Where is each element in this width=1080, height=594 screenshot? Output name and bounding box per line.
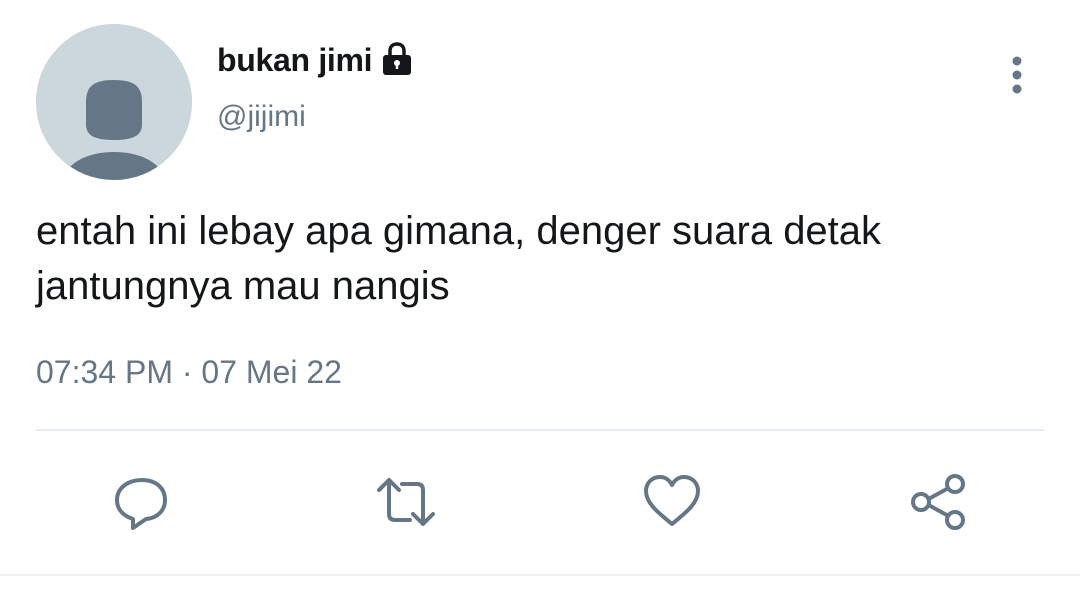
user-handle[interactable]: @jijimi: [217, 100, 306, 134]
retweet-icon: [377, 478, 435, 526]
name-row: bukan jimi: [217, 38, 414, 82]
lock-icon: [380, 42, 414, 78]
heart-icon: [644, 475, 700, 526]
tweet-text: entah ini lebay apa gimana, denger suara…: [36, 204, 1036, 314]
share-icon: [911, 474, 965, 530]
bottom-divider: [0, 574, 1080, 576]
tweet-text-line: entah ini lebay apa gimana, denger suara…: [36, 209, 882, 253]
more-vertical-icon: [1012, 56, 1022, 94]
share-button[interactable]: [906, 470, 970, 534]
display-name[interactable]: bukan jimi: [217, 42, 373, 79]
divider: [36, 429, 1044, 431]
default-avatar-icon: [36, 24, 192, 180]
tweet-text-line: jantungnya mau nangis: [36, 264, 450, 308]
avatar[interactable]: [36, 24, 192, 180]
retweet-button[interactable]: [374, 470, 438, 534]
tweet-timestamp[interactable]: 07:34 PM · 07 Mei 22: [36, 354, 342, 391]
tweet-card: bukan jimi @jijimi entah ini lebay apa g…: [0, 0, 1080, 594]
like-button[interactable]: [640, 470, 704, 534]
more-options-button[interactable]: [1000, 52, 1034, 98]
reply-button[interactable]: [108, 470, 172, 534]
reply-icon: [115, 478, 167, 530]
